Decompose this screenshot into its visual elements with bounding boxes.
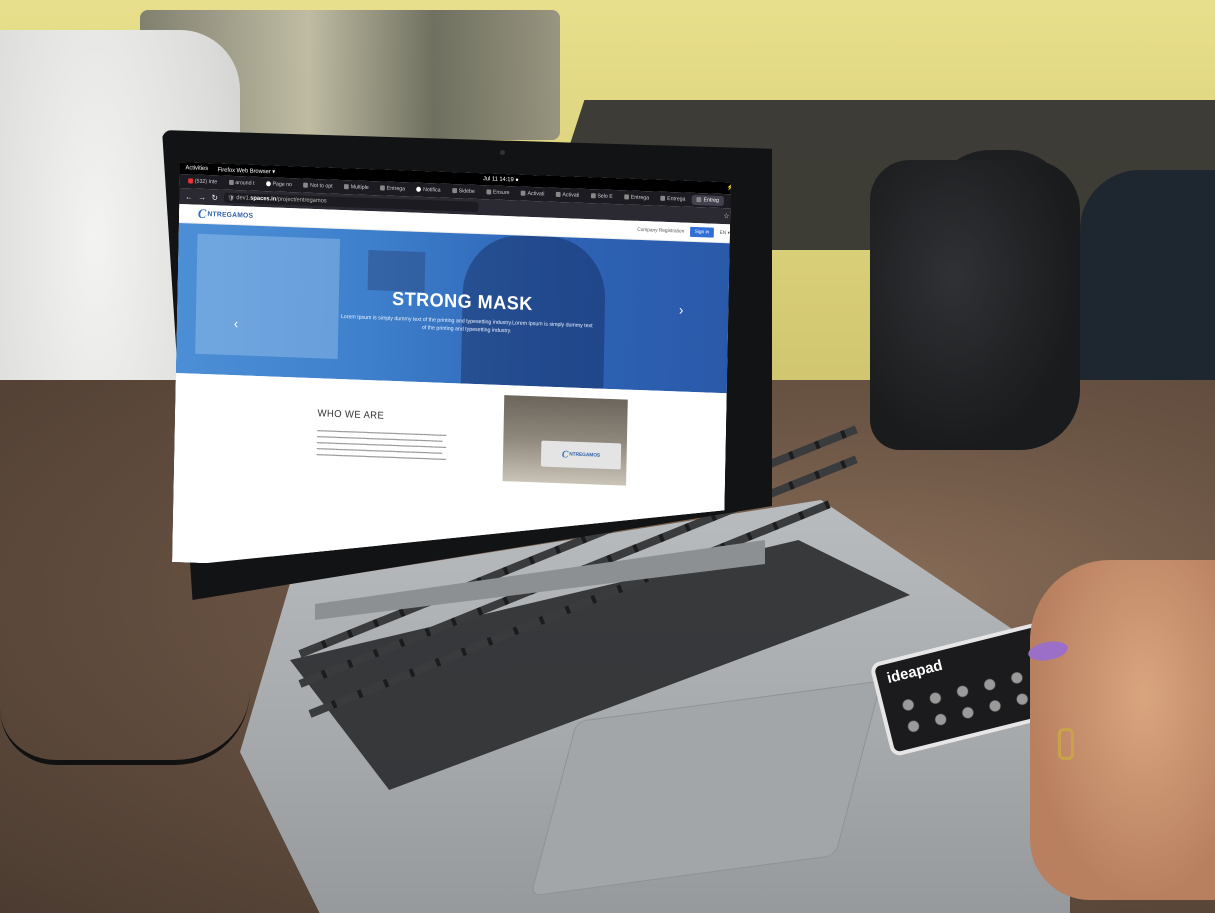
- page-icon: [380, 185, 385, 190]
- about-photo: C NTREGAMOS: [503, 395, 628, 486]
- youtube-icon: [188, 178, 193, 183]
- browser-tab[interactable]: Notifica: [412, 185, 446, 196]
- logo-letter: C: [197, 205, 207, 222]
- url-path: /project/entregamos: [276, 196, 327, 205]
- photo-logo-text: NTREGAMOS: [569, 451, 601, 459]
- system-tray-icons[interactable]: ⚡ ♪ ⏻: [726, 184, 731, 193]
- page-icon: [591, 193, 596, 198]
- browser-tab-label: Not to opt: [309, 182, 333, 190]
- language-select[interactable]: EN ▾: [720, 230, 730, 236]
- reload-icon[interactable]: ↻: [212, 193, 219, 202]
- browser-tab-label: Notifica: [423, 186, 441, 194]
- photo-scene: ideapad Activities Firefox Web Browser ▾…: [0, 0, 1215, 913]
- page-icon: [556, 192, 561, 197]
- browser-tab-label: Entrega: [630, 194, 650, 202]
- browser-tab-label: Activati: [527, 190, 545, 198]
- browser-tab[interactable]: Page no: [261, 179, 297, 190]
- browser-tab[interactable]: Entreg: [692, 195, 724, 206]
- browser-tab-label: Entrega: [386, 185, 406, 193]
- ideapad-brand: ideapad: [885, 656, 945, 687]
- github-icon: [416, 187, 421, 192]
- browser-tab[interactable]: Entrega: [375, 183, 410, 194]
- browser-tab[interactable]: Selo E: [586, 191, 618, 202]
- page-icon: [486, 189, 491, 194]
- browser-tab[interactable]: Activati: [516, 188, 549, 199]
- browser-tab-label: Page no: [272, 181, 293, 189]
- about-text-block: WHO WE ARE ▬▬▬▬▬▬▬▬▬▬▬▬▬▬▬▬▬▬▬▬▬▬▬▬▬▬▬▬▬…: [317, 408, 484, 463]
- page-icon: [697, 197, 702, 202]
- url-domain: spaces.in: [250, 195, 277, 203]
- page-icon: [344, 184, 349, 189]
- app-menu[interactable]: Firefox Web Browser ▾: [217, 166, 275, 175]
- about-title: WHO WE ARE: [317, 408, 385, 422]
- browser-tab-label: Ensure: [492, 189, 510, 197]
- browser-tab[interactable]: around t: [224, 178, 260, 189]
- hero-banner: STRONG MASK Lorem Ipsum is simply dummy …: [176, 223, 731, 394]
- browser-tab-label: Entreg: [703, 197, 719, 204]
- hand: [1030, 560, 1215, 900]
- clock[interactable]: Jul 11 14:19 ●: [483, 176, 519, 183]
- browser-tab[interactable]: Not to opt: [298, 180, 337, 191]
- site-logo[interactable]: C NTREGAMOS: [198, 206, 254, 224]
- browser-tab-label: Entrega: [667, 195, 686, 203]
- chevron-right-icon[interactable]: ›: [679, 301, 684, 317]
- browser-tab[interactable]: Entrega: [619, 192, 654, 203]
- chevron-left-icon[interactable]: ‹: [234, 315, 239, 331]
- activities-button[interactable]: Activities: [186, 165, 209, 172]
- company-registration-link[interactable]: Company Registration: [637, 227, 684, 235]
- logo-text: NTREGAMOS: [207, 210, 254, 220]
- browser-tab-label: (532) Inte: [194, 178, 218, 186]
- webcam: [500, 150, 505, 155]
- page-icon: [303, 183, 308, 188]
- black-bag: [870, 160, 1080, 450]
- hero-shelf-image: [368, 250, 426, 292]
- forward-icon[interactable]: →: [198, 192, 206, 201]
- browser-tab[interactable]: Activati: [551, 190, 584, 201]
- browser-tab-label: Multiple: [350, 184, 369, 191]
- browser-tab-label: around t: [235, 180, 255, 187]
- browser-tab[interactable]: Ensure: [481, 187, 514, 198]
- page-icon: [660, 196, 665, 201]
- power-cable: [0, 690, 250, 765]
- browser-tab[interactable]: Multiple: [339, 182, 373, 193]
- browser-tab-label: Activati: [562, 192, 580, 199]
- page-icon: [624, 194, 629, 199]
- page-icon: [521, 191, 526, 196]
- back-icon[interactable]: ←: [185, 192, 193, 201]
- signin-button[interactable]: Sign in: [690, 227, 714, 238]
- page-icon: [452, 188, 457, 193]
- url-prefix: dev1.: [236, 195, 251, 202]
- about-paragraph-lines: ▬▬▬▬▬▬▬▬▬▬▬▬▬▬▬▬▬▬▬▬▬▬▬▬▬▬▬▬▬▬▬▬▬▬ ▬▬▬▬▬…: [316, 427, 447, 462]
- browser-tab-label: Sidebe: [458, 188, 475, 195]
- browser-tab[interactable]: Sidebe: [447, 186, 480, 197]
- photo-logo-card: C NTREGAMOS: [541, 441, 621, 470]
- browser-tab-label: Selo E: [597, 193, 613, 200]
- browser-tab[interactable]: Entrega: [656, 194, 691, 205]
- browser-tab[interactable]: (532) Inte: [183, 176, 222, 187]
- shield-icon: 🛡: [227, 195, 237, 202]
- page-icon: [229, 180, 234, 185]
- ring: [1058, 728, 1074, 760]
- github-icon: [266, 181, 271, 186]
- toolbar-right-icons[interactable]: ☆ ⋯ ≡: [723, 212, 731, 221]
- photo-logo-letter: C: [561, 448, 569, 461]
